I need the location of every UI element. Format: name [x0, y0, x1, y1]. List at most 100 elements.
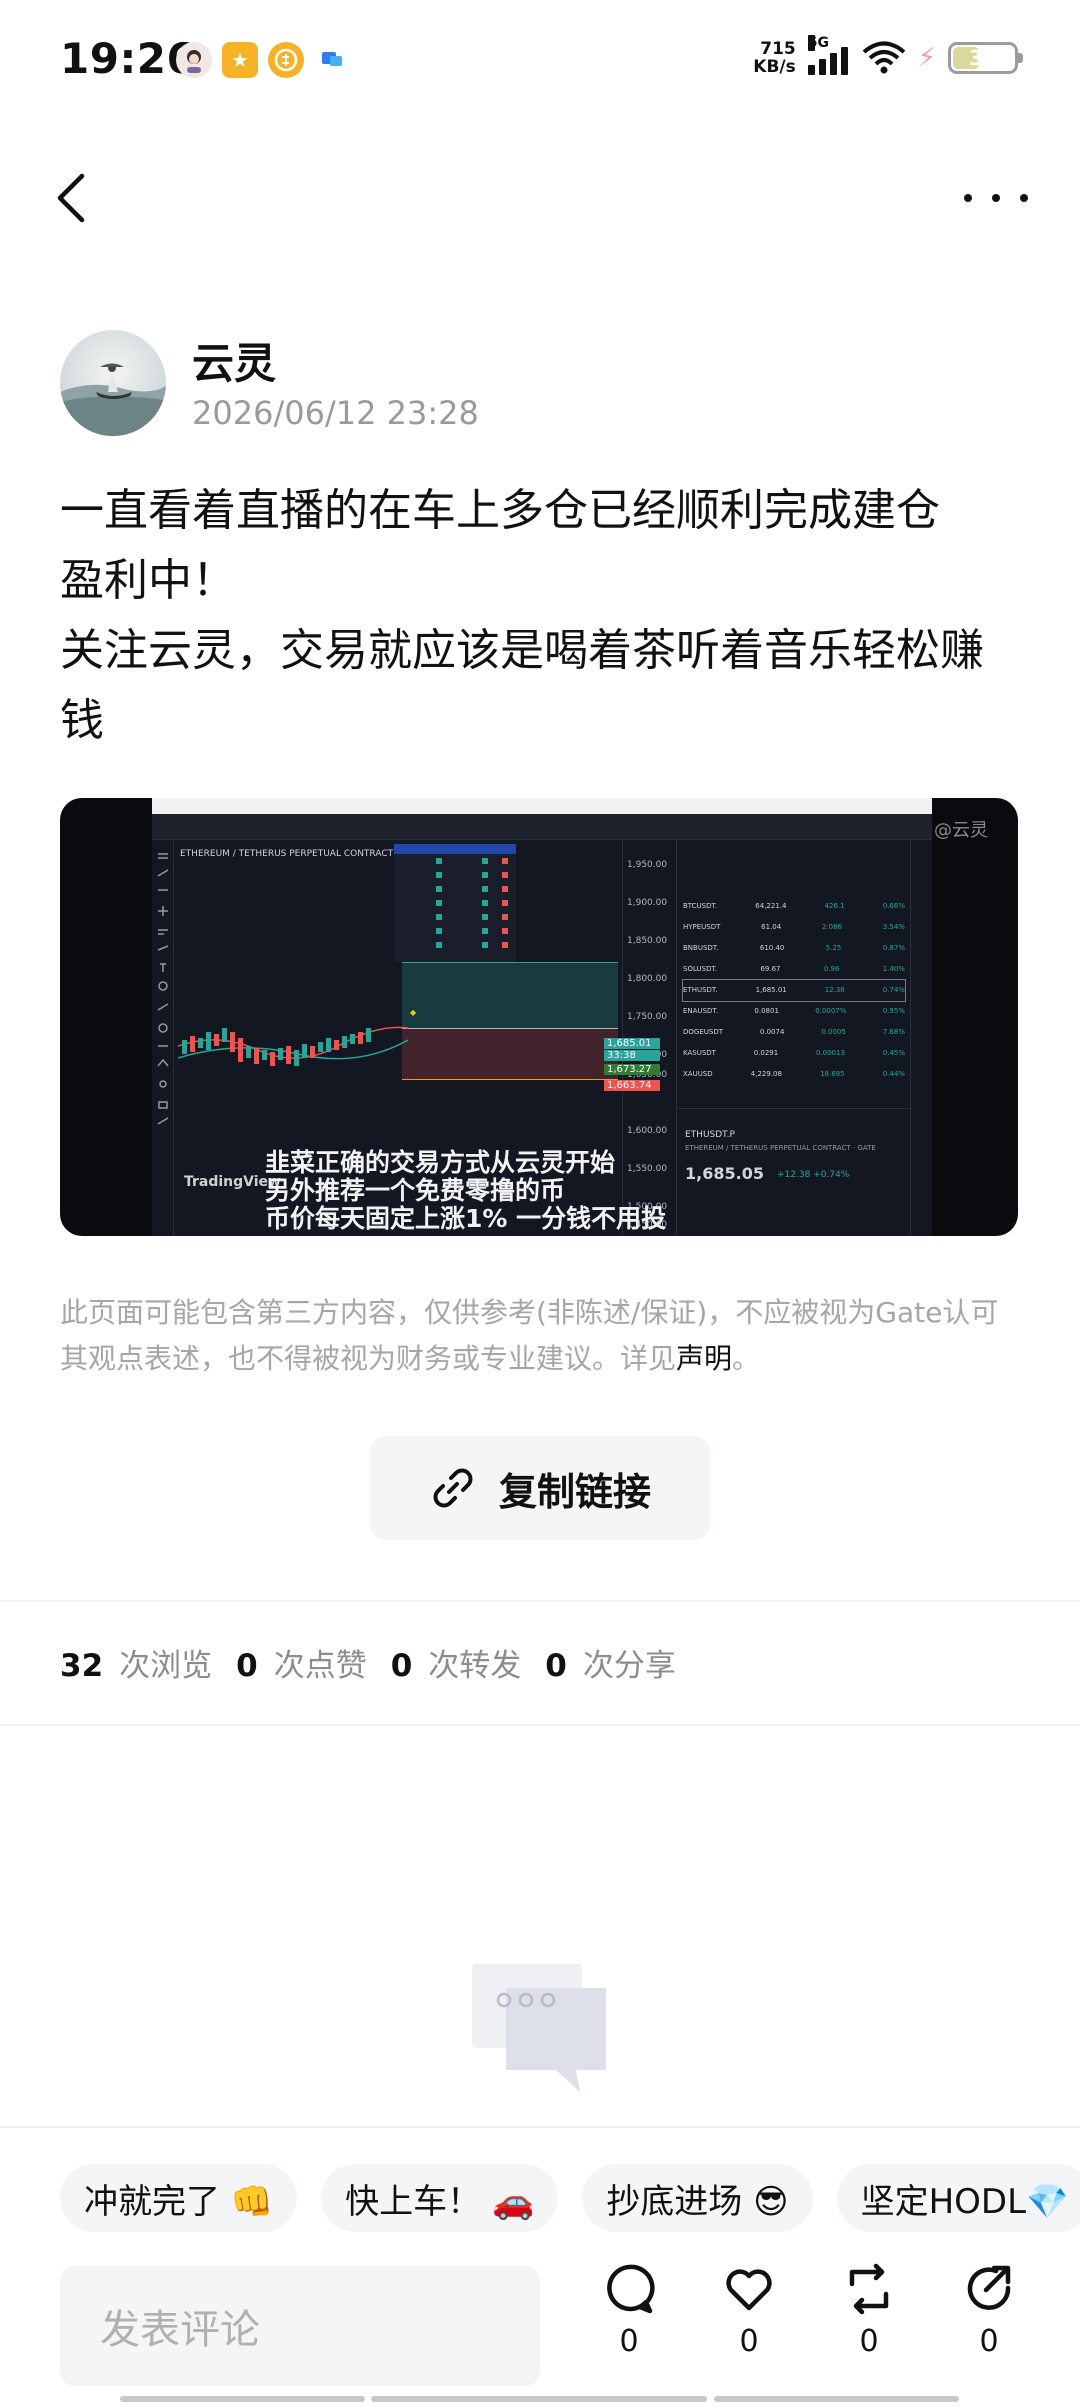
comment-input[interactable]: 发表评论: [60, 2266, 540, 2386]
repost-button[interactable]: 0: [834, 2262, 904, 2359]
watchlist-symbol: DOGEUSDT: [683, 1028, 723, 1036]
watchlist-pct: 3.54%: [882, 923, 905, 931]
scroll-indicator: [371, 2396, 707, 2402]
network-speed-unit: KB/s: [753, 57, 796, 77]
watchlist-price: 610.40: [759, 944, 785, 952]
detail-change: +12.38 +0.74%: [777, 1170, 850, 1180]
share-count-stat: 0: [545, 1648, 567, 1684]
back-button[interactable]: [52, 166, 108, 230]
watchlist-price: 0.0074: [759, 1028, 785, 1036]
repost-label: 次转发: [428, 1648, 522, 1684]
watchlist-pct: 7.68%: [882, 1028, 905, 1036]
repost-count: 0: [859, 2324, 879, 2359]
quick-reply-chip[interactable]: 抄底进场 😎: [582, 2164, 813, 2232]
price-tag-entry: 1,673.27: [604, 1064, 660, 1075]
disclaimer-body: 此页面可能包含第三方内容，仅供参考(非陈述/保证)，不应被视为Gate认可其观点…: [60, 1296, 999, 1375]
watchlist-pct: 0.45%: [882, 1049, 905, 1057]
post-content: 一直看着直播的在车上多仓已经顺利完成建仓 盈利中！ 关注云灵，交易就应该是喝着茶…: [60, 476, 1020, 756]
price-tick: 1,950.00: [627, 860, 668, 870]
more-button[interactable]: [956, 176, 1036, 220]
watchlist-symbol: HYPEUSDT: [683, 923, 721, 931]
post-line: 关注云灵，交易就应该是喝着茶听着音乐轻松赚: [60, 625, 984, 676]
signal-icon: 5G: [807, 35, 850, 75]
watchlist-change: 0.0005: [821, 1028, 846, 1036]
battery-icon: 32: [948, 42, 1023, 74]
share-icon: [967, 2265, 1011, 2310]
video-subtitle: 另外推荐一个免费零撸的币: [265, 1176, 566, 1205]
candlestick-chart: [178, 1026, 408, 1066]
like-count: 0: [739, 2324, 759, 2359]
star-app-icon: ★: [222, 42, 258, 78]
repost-count-stat: 0: [390, 1648, 413, 1684]
watchlist-price: 61.04: [761, 923, 782, 931]
watchlist-pct: 0.44%: [882, 1070, 905, 1078]
video-watermark: @云灵: [934, 820, 988, 841]
notification-icons: ★: [176, 42, 350, 78]
view-label: 次浏览: [119, 1648, 213, 1684]
share-label: 次分享: [582, 1648, 676, 1684]
network-speed-value: 715: [760, 39, 796, 59]
watchlist-pct: 0.74%: [882, 986, 905, 994]
quick-reply-chip[interactable]: 冲就完了 👊: [60, 2164, 298, 2232]
watchlist-symbol: BTCUSDT.: [683, 902, 718, 910]
watchlist-row: DOGEUSDT 0.0074 0.0005 7.68%: [683, 1022, 905, 1043]
watchlist-price: 1,685.01: [755, 986, 787, 994]
more-horizontal-icon: [964, 194, 972, 202]
battery-level: 32: [969, 46, 997, 70]
status-bar: 19:26 ★ 715 KB/s 5G ⚡ 32: [0, 0, 1080, 122]
bottom-bar: 冲就完了 👊 快上车！ 🚗 抄底进场 😎 坚定HODL💎 发表评论 0 0 0 …: [0, 2126, 1080, 2408]
watchlist-change: 0.96: [823, 965, 840, 973]
like-button[interactable]: 0: [714, 2262, 784, 2359]
detail-symbol: ETHUSDT.P: [685, 1130, 735, 1140]
network-speed: 715 KB/s: [753, 40, 795, 76]
watchlist-price: 4,229.08: [750, 1070, 782, 1078]
watchlist-change: 18.695: [820, 1070, 845, 1078]
watchlist-symbol: ENAUSDT.: [683, 1007, 719, 1015]
video-player[interactable]: ETHEREUM / TETHERUS PERPETUAL CONTRACT ·…: [60, 798, 1018, 1236]
price-tag-current: 1,685.01: [604, 1038, 660, 1049]
watchlist-change: 0.0007%: [815, 1007, 847, 1015]
share-count: 0: [979, 2324, 999, 2359]
quick-reply-chip[interactable]: 快上车！ 🚗: [321, 2164, 559, 2232]
empty-comments-icon: [472, 1964, 606, 2092]
coin-app-icon: [268, 42, 304, 78]
copy-link-button[interactable]: 复制链接: [370, 1436, 710, 1540]
watchlist-change: 0.00013: [816, 1049, 845, 1057]
post-line: 一直看着直播的在车上多仓已经顺利完成建仓: [60, 485, 940, 536]
price-tick: 1,600.00: [627, 1126, 668, 1136]
comment-button[interactable]: 0: [594, 2262, 664, 2359]
post-line: 钱: [60, 695, 104, 746]
author-avatar[interactable]: [60, 330, 166, 436]
scroll-indicator: [714, 2396, 959, 2402]
watchlist-row: SOLUSDT. 69.67 0.96 1.40%: [683, 959, 905, 980]
watchlist-row: ETHUSDT. 1,685.01 12.38 0.74%: [682, 979, 906, 1002]
link-icon: [433, 1468, 473, 1508]
watchlist-row: BTCUSDT. 64,221.4 426.1 0.66%: [683, 896, 905, 917]
copy-link-label: 复制链接: [498, 1469, 651, 1514]
disclaimer-link[interactable]: 声明: [676, 1342, 732, 1375]
watchlist-row: ENAUSDT. 0.0801 0.0007% 0.95%: [683, 1001, 905, 1022]
share-button[interactable]: 0: [954, 2262, 1024, 2359]
quick-reply-chip[interactable]: 坚定HODL💎: [836, 2164, 1080, 2232]
view-count: 32: [60, 1648, 104, 1684]
watchlist-change: 5.25: [825, 944, 842, 952]
divider: [0, 1600, 1080, 1602]
watchlist-pct: 0.87%: [882, 944, 905, 952]
video-subtitle: 币价每天固定上涨1% 一分钱不用投: [265, 1204, 667, 1233]
post-timestamp: 2026/06/12 23:28: [192, 394, 479, 432]
scroll-indicator: [120, 2396, 365, 2402]
watchlist-price: 0.0801: [754, 1007, 779, 1015]
price-tick: 1,800.00: [627, 974, 668, 984]
post-line: 盈利中！: [60, 555, 236, 606]
author-name[interactable]: 云灵: [192, 330, 276, 391]
post-stats: 32 次浏览 0 次点赞 0 次转发 0 次分享: [60, 1640, 700, 1685]
like-label: 次点赞: [273, 1648, 367, 1684]
watchlist-price: 0.0291: [753, 1049, 779, 1057]
price-tag-stop: 1,663.74: [604, 1080, 660, 1091]
price-tick: 1,900.00: [627, 898, 668, 908]
system-status: 715 KB/s 5G ⚡ 32: [753, 35, 1023, 76]
watchlist-price: 69.67: [760, 965, 781, 973]
price-tag-timer: 33:38: [604, 1050, 660, 1061]
comment-icon: [607, 2264, 655, 2314]
quick-reply-list: 冲就完了 👊 快上车！ 🚗 抄底进场 😎 坚定HODL💎: [60, 2164, 1080, 2232]
